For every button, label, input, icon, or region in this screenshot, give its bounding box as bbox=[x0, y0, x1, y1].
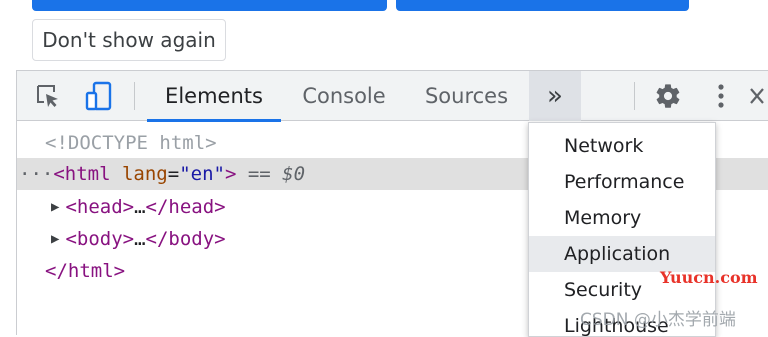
expand-triangle-icon[interactable]: ▶ bbox=[51, 231, 59, 247]
collapsed-dots: … bbox=[134, 228, 146, 250]
html-open-tag-end: > bbox=[224, 163, 237, 185]
body-open-tag: <body> bbox=[65, 228, 135, 250]
toolbar-divider bbox=[634, 82, 635, 110]
chevron-double-right-icon: » bbox=[547, 81, 563, 111]
menu-item-memory[interactable]: Memory bbox=[529, 200, 715, 236]
tab-sources[interactable]: Sources bbox=[414, 71, 519, 121]
primary-button-right[interactable] bbox=[396, 0, 689, 11]
body-close-tag: </body> bbox=[145, 228, 226, 250]
expand-triangle-icon[interactable]: ▶ bbox=[51, 199, 59, 215]
devtools-toolbar: Elements Console Sources » bbox=[17, 70, 768, 122]
close-icon[interactable] bbox=[745, 81, 768, 111]
doctype-text: <!DOCTYPE html> bbox=[45, 132, 217, 154]
head-open-tag: <head> bbox=[65, 196, 135, 218]
menu-item-network[interactable]: Network bbox=[529, 128, 715, 164]
collapsed-dots: … bbox=[134, 196, 146, 218]
console-reference: == $0 bbox=[236, 163, 306, 185]
attribute-name: lang bbox=[110, 163, 168, 185]
inspect-element-icon[interactable] bbox=[33, 81, 63, 111]
device-toolbar-icon[interactable] bbox=[84, 81, 114, 111]
html-open-tag: <html bbox=[53, 163, 111, 185]
gear-icon[interactable] bbox=[653, 81, 683, 111]
attribute-equals: = bbox=[167, 163, 180, 185]
toolbar-divider bbox=[134, 82, 135, 110]
watermark-site: Yuucn.com bbox=[660, 268, 758, 287]
kebab-menu-icon[interactable] bbox=[706, 81, 736, 111]
menu-item-application[interactable]: Application bbox=[529, 236, 715, 272]
dont-show-again-button[interactable]: Don't show again bbox=[32, 19, 226, 61]
tab-elements[interactable]: Elements bbox=[147, 71, 281, 122]
attribute-value: "en" bbox=[179, 163, 225, 185]
menu-item-performance[interactable]: Performance bbox=[529, 164, 715, 200]
tab-console[interactable]: Console bbox=[289, 71, 399, 121]
more-tabs-button[interactable]: » bbox=[529, 71, 581, 121]
head-close-tag: </head> bbox=[145, 196, 226, 218]
node-ellipsis-icon[interactable]: ··· bbox=[19, 163, 53, 185]
primary-button-left[interactable] bbox=[32, 0, 387, 11]
html-close-tag: </html> bbox=[45, 260, 126, 282]
page-banner: Don't show again bbox=[0, 0, 768, 70]
watermark-csdn: CSDN @小杰学前端 bbox=[580, 310, 736, 330]
